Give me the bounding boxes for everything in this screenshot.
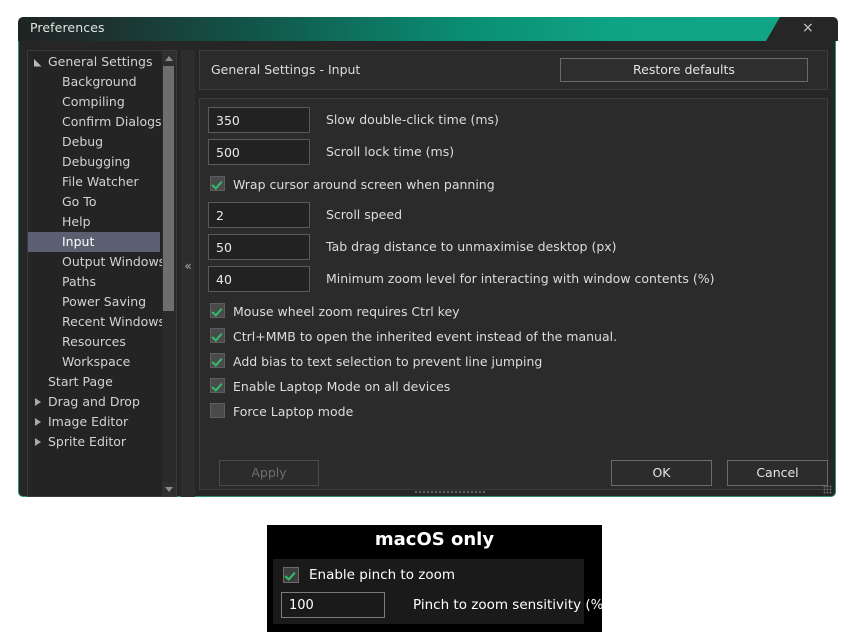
sidebar-item-file-watcher[interactable]: File Watcher xyxy=(28,172,160,192)
setting-checkbox-label: Wrap cursor around screen when panning xyxy=(233,177,495,192)
setting-checkbox-label: Add bias to text selection to prevent li… xyxy=(233,354,543,369)
setting-number-input[interactable] xyxy=(208,107,310,133)
restore-defaults-button[interactable]: Restore defaults xyxy=(560,58,808,82)
setting-checkbox-label: Force Laptop mode xyxy=(233,404,354,419)
sidebar-item-help[interactable]: Help xyxy=(28,212,160,232)
tree-collapsed-arrow-icon[interactable] xyxy=(35,398,41,406)
dialog-body: General Settings Background Compiling Confi… xyxy=(18,41,836,497)
setting-number-input[interactable] xyxy=(208,202,310,228)
sidebar-item-label: Help xyxy=(62,214,91,229)
tree-collapsed-arrow-icon[interactable] xyxy=(35,418,41,426)
sidebar-item-debugging[interactable]: Debugging xyxy=(28,152,160,172)
setting-label: Scroll speed xyxy=(326,207,403,222)
setting-checkbox-label: Ctrl+MMB to open the inherited event ins… xyxy=(233,329,618,344)
sidebar-item-label: File Watcher xyxy=(62,174,139,189)
setting-number-input[interactable] xyxy=(208,234,310,260)
sidebar-item-label: Workspace xyxy=(62,354,131,369)
sidebar-item-label: Compiling xyxy=(62,94,125,109)
sidebar-item-drag-and-drop[interactable]: Drag and Drop xyxy=(28,392,160,412)
page-title: General Settings - Input xyxy=(211,62,361,77)
sidebar-item-output-windows[interactable]: Output Windows xyxy=(28,252,165,272)
tree-collapsed-arrow-icon[interactable] xyxy=(35,438,41,446)
setting-checkbox-label: Enable Laptop Mode on all devices xyxy=(233,379,451,394)
screen: Preferences × General Settings Background… xyxy=(0,0,854,632)
setting-checkbox[interactable] xyxy=(210,176,225,191)
sidebar-item-workspace[interactable]: Workspace xyxy=(28,352,160,372)
setting-checkbox[interactable] xyxy=(210,378,225,393)
setting-label: Slow double-click time (ms) xyxy=(326,112,499,127)
dialog-button-bar: Apply OK Cancel xyxy=(199,460,828,486)
close-icon: × xyxy=(802,20,814,36)
sidebar-item-general-settings[interactable]: General Settings xyxy=(28,52,160,72)
apply-button[interactable]: Apply xyxy=(219,460,319,486)
setting-checkbox[interactable] xyxy=(210,353,225,368)
setting-checkbox[interactable] xyxy=(210,303,225,318)
sidebar-item-label: Go To xyxy=(62,194,97,209)
sidebar-item-label: Input xyxy=(62,234,95,249)
setting-checkbox[interactable] xyxy=(210,403,225,418)
cancel-button[interactable]: Cancel xyxy=(727,460,828,486)
sidebar-item-go-to[interactable]: Go To xyxy=(28,192,160,212)
setting-label: Scroll lock time (ms) xyxy=(326,144,455,159)
settings-tree-sidebar[interactable]: General Settings Background Compiling Confi… xyxy=(27,50,177,497)
window-title: Preferences xyxy=(30,20,105,35)
preferences-window: Preferences × General Settings Background… xyxy=(18,17,838,499)
enable-pinch-to-zoom-label: Enable pinch to zoom xyxy=(309,567,456,583)
scroll-down-arrow-icon[interactable] xyxy=(162,482,176,496)
sidebar-scrollbar[interactable] xyxy=(162,51,176,496)
sidebar-item-label: Image Editor xyxy=(48,414,129,429)
sidebar-item-label: Paths xyxy=(62,274,96,289)
setting-number-input[interactable] xyxy=(208,139,310,165)
sidebar-collapse-handle[interactable]: « xyxy=(181,50,195,497)
sidebar-item-compiling[interactable]: Compiling xyxy=(28,92,160,112)
window-title-bar[interactable]: Preferences × xyxy=(18,17,838,41)
sidebar-item-label: Debugging xyxy=(62,154,131,169)
setting-checkbox-label: Mouse wheel zoom requires Ctrl key xyxy=(233,304,460,319)
settings-pane: General Settings - Input Restore default… xyxy=(199,50,828,490)
setting-label: Minimum zoom level for interacting with … xyxy=(326,271,715,286)
macos-panel-content: Enable pinch to zoom Pinch to zoom sensi… xyxy=(273,559,609,624)
close-button[interactable]: × xyxy=(766,17,838,41)
sidebar-item-label: Sprite Editor xyxy=(48,434,127,449)
sidebar-item-debug[interactable]: Debug xyxy=(28,132,160,152)
sidebar-item-label: Recent Windows xyxy=(62,314,165,329)
sidebar-scrollbar-thumb[interactable] xyxy=(163,66,174,311)
sidebar-item-sprite-editor[interactable]: Sprite Editor xyxy=(28,432,160,452)
sidebar-item-confirm-dialogs[interactable]: Confirm Dialogs xyxy=(28,112,162,132)
sidebar-item-label: Drag and Drop xyxy=(48,394,140,409)
sidebar-item-power-saving[interactable]: Power Saving xyxy=(28,292,160,312)
macos-panel-title: macOS only xyxy=(374,529,495,550)
sidebar-item-image-editor[interactable]: Image Editor xyxy=(28,412,160,432)
sidebar-item-background[interactable]: Background xyxy=(28,72,160,92)
enable-pinch-to-zoom-checkbox[interactable] xyxy=(283,567,299,583)
resize-handle-icon[interactable] xyxy=(823,485,832,494)
drag-grip-icon[interactable] xyxy=(414,490,486,494)
sidebar-item-label: Background xyxy=(62,74,137,89)
sidebar-item-label: Output Windows xyxy=(62,254,166,269)
ok-button[interactable]: OK xyxy=(611,460,712,486)
sidebar-item-input[interactable]: Input xyxy=(28,232,160,252)
chevron-double-left-icon: « xyxy=(184,259,192,273)
sidebar-item-label: Start Page xyxy=(48,374,113,389)
macos-only-panel: macOS only Enable pinch to zoom Pinch to… xyxy=(267,525,609,632)
settings-list: Slow double-click time (ms) Scroll lock t… xyxy=(199,98,828,490)
sidebar-item-label: General Settings xyxy=(48,54,153,69)
sidebar-item-resources[interactable]: Resources xyxy=(28,332,160,352)
sidebar-item-start-page[interactable]: Start Page xyxy=(28,372,160,392)
setting-number-input[interactable] xyxy=(208,266,310,292)
settings-header: General Settings - Input Restore default… xyxy=(199,50,828,90)
sidebar-item-paths[interactable]: Paths xyxy=(28,272,160,292)
sidebar-item-label: Confirm Dialogs xyxy=(62,114,162,129)
setting-label: Tab drag distance to unmaximise desktop … xyxy=(326,239,617,254)
pinch-sensitivity-label: Pinch to zoom sensitivity (%) xyxy=(413,597,609,613)
tree-expanded-arrow-icon[interactable] xyxy=(34,59,42,67)
sidebar-item-recent-windows[interactable]: Recent Windows xyxy=(28,312,165,332)
pinch-sensitivity-input[interactable] xyxy=(281,592,385,618)
setting-checkbox[interactable] xyxy=(210,328,225,343)
sidebar-item-label: Power Saving xyxy=(62,294,147,309)
settings-tree: General Settings Background Compiling Confi… xyxy=(28,52,165,452)
sidebar-item-label: Debug xyxy=(62,134,104,149)
scroll-up-arrow-icon[interactable] xyxy=(162,51,176,65)
sidebar-item-label: Resources xyxy=(62,334,126,349)
